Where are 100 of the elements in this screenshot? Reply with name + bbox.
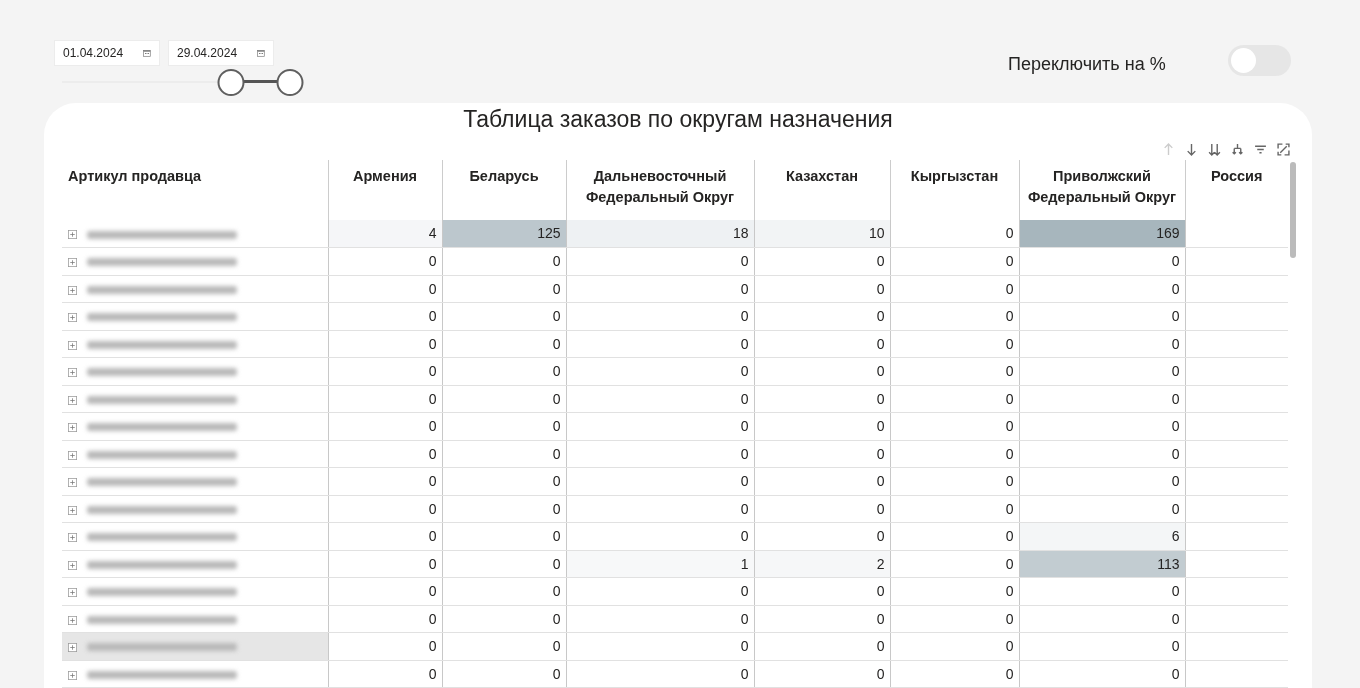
column-header[interactable]: Кыргызстан (890, 160, 1019, 221)
value-cell: 0 (442, 385, 566, 413)
value-cell: 0 (890, 385, 1019, 413)
value-cell: 0 (566, 275, 754, 303)
value-cell: 0 (754, 522, 890, 551)
row-label-cell[interactable] (62, 632, 328, 661)
value-cell: 0 (1019, 467, 1185, 496)
value-cell: 0 (442, 605, 566, 633)
value-cell: 0 (1019, 302, 1185, 331)
value-cell: 0 (890, 440, 1019, 468)
value-cell: 0 (890, 247, 1019, 276)
value-cell: 0 (566, 632, 754, 661)
expand-icon[interactable] (68, 423, 77, 433)
value-cell: 0 (442, 412, 566, 441)
expand-icon[interactable] (68, 395, 77, 405)
expand-icon[interactable] (68, 670, 77, 680)
value-cell: 0 (1019, 660, 1185, 688)
value-cell: 0 (328, 550, 442, 578)
expand-icon[interactable] (68, 340, 77, 350)
value-cell: 125 (442, 220, 566, 248)
value-cell: 0 (754, 275, 890, 303)
value-cell: 0 (754, 357, 890, 386)
value-cell: 0 (328, 330, 442, 358)
value-cell: 0 (890, 660, 1019, 688)
value-cell: 0 (754, 632, 890, 661)
value-cell: 0 (566, 605, 754, 633)
value-cell: 0 (1019, 247, 1185, 276)
value-cell: 0 (566, 440, 754, 468)
value-cell: 0 (566, 412, 754, 441)
value-cell: 0 (1019, 385, 1185, 413)
expand-icon[interactable] (68, 230, 77, 240)
expand-icon[interactable] (68, 643, 77, 653)
expand-hierarchy-icon[interactable] (1231, 142, 1244, 156)
value-cell: 0 (754, 302, 890, 331)
value-cell: 0 (1019, 577, 1185, 606)
value-cell: 0 (1019, 275, 1185, 303)
calendar-icon[interactable] (257, 48, 265, 58)
value-cell: 0 (328, 632, 442, 661)
value-cell: 0 (566, 495, 754, 523)
value-cell: 0 (442, 302, 566, 331)
value-cell: 0 (1019, 330, 1185, 358)
expand-icon[interactable] (68, 533, 77, 543)
expand-icon[interactable] (68, 615, 77, 625)
value-cell: 0 (566, 357, 754, 386)
value-cell: 0 (890, 275, 1019, 303)
value-cell: 2 (754, 550, 890, 578)
slider-thumb[interactable] (276, 69, 304, 96)
value-cell: 0 (328, 357, 442, 386)
value-cell: 0 (566, 302, 754, 331)
expand-icon[interactable] (68, 258, 77, 268)
value-cell: 0 (890, 330, 1019, 358)
value-cell: 0 (328, 577, 442, 606)
table-title: Таблица заказов по округам назначения (462, 107, 894, 133)
value-cell: 0 (442, 522, 566, 551)
value-cell: 0 (754, 577, 890, 606)
double-arrow-down-icon[interactable] (1208, 142, 1221, 156)
value-cell: 0 (754, 467, 890, 496)
slider-thumb[interactable] (217, 69, 245, 96)
value-cell: 0 (566, 247, 754, 276)
value-cell: 0 (566, 577, 754, 606)
value-cell: 0 (1019, 357, 1185, 386)
sort-descending-icon[interactable] (1185, 142, 1198, 156)
percent-toggle[interactable] (1228, 45, 1291, 76)
expand-icon[interactable] (68, 478, 77, 488)
expand-icon[interactable] (68, 313, 77, 323)
value-cell: 0 (566, 330, 754, 358)
value-cell: 0 (1019, 412, 1185, 441)
value-cell: 0 (442, 330, 566, 358)
value-cell: 0 (754, 660, 890, 688)
end-date-field[interactable]: 29.04.2024 (168, 40, 274, 66)
expand-icon[interactable] (68, 368, 77, 378)
column-header[interactable]: Россия (1185, 160, 1288, 221)
value-cell: 0 (890, 467, 1019, 496)
value-cell: 0 (328, 522, 442, 551)
value-cell: 0 (890, 577, 1019, 606)
value-cell: 0 (754, 495, 890, 523)
value-cell: 0 (890, 302, 1019, 331)
value-cell: 0 (442, 275, 566, 303)
expand-icon[interactable] (68, 285, 77, 295)
expand-icon[interactable] (68, 450, 77, 460)
scrollbar[interactable] (1290, 162, 1296, 259)
value-cell: 0 (442, 440, 566, 468)
value-cell: 18 (566, 220, 754, 248)
value-cell: 0 (328, 605, 442, 633)
expand-icon[interactable] (68, 505, 77, 515)
value-cell: 0 (754, 412, 890, 441)
value-cell: 0 (890, 605, 1019, 633)
value-cell: 0 (1019, 632, 1185, 661)
value-cell: 0 (566, 467, 754, 496)
value-cell: 0 (328, 440, 442, 468)
start-date-field[interactable]: 01.04.2024 (54, 40, 160, 66)
expand-icon[interactable] (68, 560, 77, 570)
expand-icon[interactable] (68, 588, 77, 598)
value-cell: 0 (442, 632, 566, 661)
value-cell: 6 (1019, 522, 1185, 551)
value-cell: 0 (1019, 440, 1185, 468)
column-header[interactable]: Артикул продавца (62, 160, 328, 221)
calendar-icon[interactable] (143, 48, 151, 58)
value-cell: 1 (566, 550, 754, 578)
focus-mode-icon[interactable] (1277, 142, 1290, 156)
